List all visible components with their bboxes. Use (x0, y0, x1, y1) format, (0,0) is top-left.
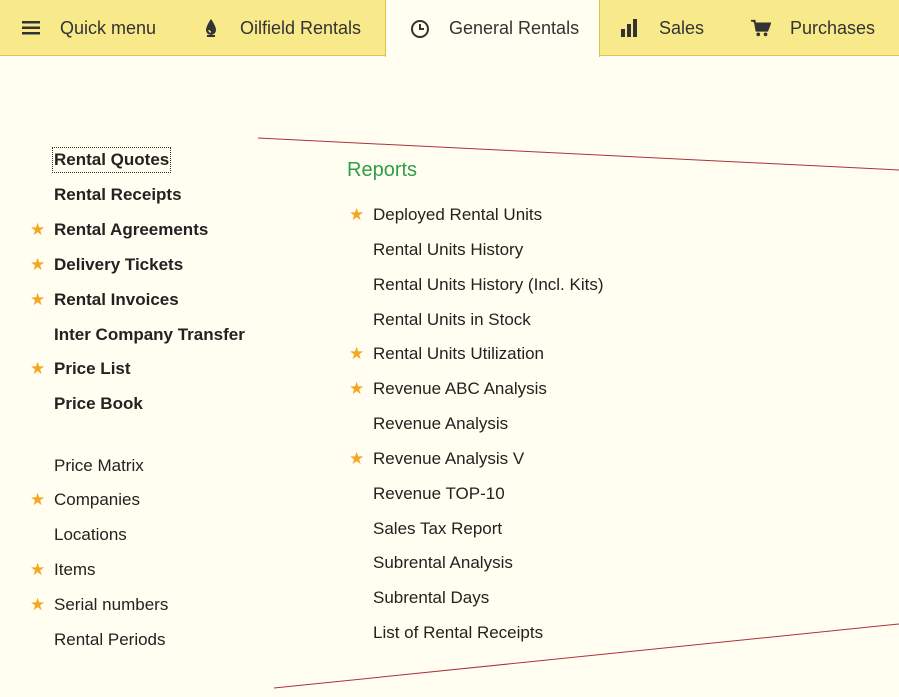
tab-oilfield-rentals[interactable]: Oilfield Rentals (201, 0, 361, 56)
nav-items[interactable]: Items (54, 559, 96, 581)
nav-rental-periods[interactable]: Rental Periods (54, 629, 166, 651)
report-revenue-analysis[interactable]: Revenue Analysis (373, 413, 508, 435)
tab-label: General Rentals (449, 18, 580, 38)
tab-label: Quick menu (60, 17, 157, 38)
report-subrental-days[interactable]: Subrental Days (373, 587, 489, 609)
star-icon[interactable]: ★ (30, 254, 45, 276)
report-revenue-top-10[interactable]: Revenue TOP-10 (373, 483, 505, 505)
star-icon[interactable]: ★ (30, 559, 45, 581)
nav-serial-numbers[interactable]: Serial numbers (54, 594, 168, 616)
nav-rental-quotes[interactable]: Rental Quotes (51, 147, 172, 173)
hamburger-menu-icon (21, 18, 41, 38)
report-rental-units-utilization[interactable]: Rental Units Utilization (373, 343, 544, 365)
cart-icon (751, 18, 771, 38)
nav-rental-agreements[interactable]: Rental Agreements (54, 219, 208, 241)
report-subrental-analysis[interactable]: Subrental Analysis (373, 552, 513, 574)
nav-price-matrix[interactable]: Price Matrix (54, 455, 144, 477)
report-revenue-abc-analysis[interactable]: Revenue ABC Analysis (373, 378, 547, 400)
nav-price-book[interactable]: Price Book (54, 393, 143, 415)
tab-sales[interactable]: Sales (620, 0, 704, 56)
nav-delivery-tickets[interactable]: Delivery Tickets (54, 254, 183, 276)
nav-price-list[interactable]: Price List (54, 358, 131, 380)
star-icon[interactable]: ★ (30, 219, 45, 241)
report-revenue-analysis-v[interactable]: Revenue Analysis V (373, 448, 524, 470)
star-icon[interactable]: ★ (30, 594, 45, 616)
report-rental-units-in-stock[interactable]: Rental Units in Stock (373, 309, 531, 331)
star-icon[interactable]: ★ (30, 289, 45, 311)
bar-chart-icon (620, 18, 640, 38)
star-icon[interactable]: ★ (349, 448, 364, 470)
tab-quick-menu[interactable]: Quick menu (21, 0, 156, 56)
tab-general-rentals[interactable]: General Rentals (385, 0, 600, 57)
star-icon[interactable]: ★ (30, 358, 45, 380)
star-icon[interactable]: ★ (349, 343, 364, 365)
report-rental-units-history-kits[interactable]: Rental Units History (Incl. Kits) (373, 274, 604, 296)
oil-drop-icon (201, 18, 221, 38)
report-deployed-rental-units[interactable]: Deployed Rental Units (373, 204, 542, 226)
nav-rental-invoices[interactable]: Rental Invoices (54, 289, 179, 311)
star-icon[interactable]: ★ (349, 378, 364, 400)
nav-locations[interactable]: Locations (54, 524, 127, 546)
tab-label: Sales (659, 17, 705, 38)
nav-rental-receipts[interactable]: Rental Receipts (54, 184, 182, 206)
report-sales-tax-report[interactable]: Sales Tax Report (373, 518, 502, 540)
star-icon[interactable]: ★ (349, 204, 364, 226)
clock-icon (410, 19, 430, 39)
nav-inter-company-transfer[interactable]: Inter Company Transfer (54, 324, 245, 346)
report-rental-units-history[interactable]: Rental Units History (373, 239, 523, 261)
top-navigation-bar: Quick menu Oilfield Rentals General Rent… (0, 0, 899, 57)
star-icon[interactable]: ★ (30, 489, 45, 511)
tab-label: Oilfield Rentals (240, 17, 362, 38)
reports-title: Reports (347, 159, 418, 181)
nav-companies[interactable]: Companies (54, 489, 140, 511)
tab-purchases[interactable]: Purchases (751, 0, 875, 56)
tab-label: Purchases (790, 17, 876, 38)
report-list-of-rental-receipts[interactable]: List of Rental Receipts (373, 622, 543, 644)
